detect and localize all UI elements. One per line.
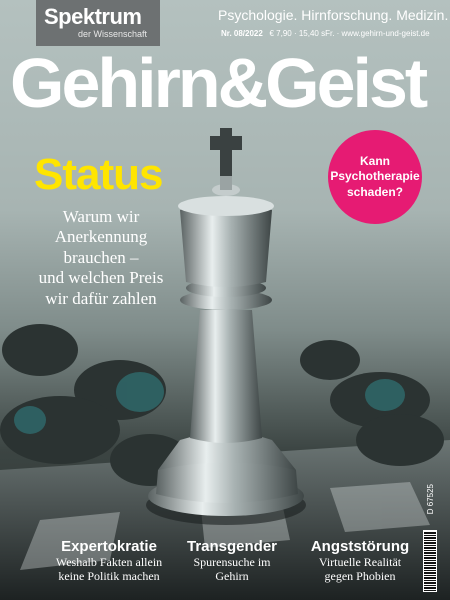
- logo-subtitle: der Wissenschaft: [78, 29, 148, 39]
- topic-title: Transgender: [186, 538, 278, 555]
- topic-title: Expertokratie: [61, 538, 157, 555]
- barcode-id: D 67525: [426, 484, 435, 515]
- tagline: Psychologie. Hirnforschung. Medizin.: [218, 7, 449, 23]
- masthead-title: Gehirn&Geist: [10, 44, 428, 122]
- topic-subtitle: Weshalb Fakten allein keine Politik mach…: [55, 555, 163, 584]
- topic-subtitle: Virtuelle Realität gegen Phobien: [318, 555, 402, 584]
- bubble-text: Kann Psychotherapie schaden?: [330, 153, 420, 199]
- teaser-bubble: Kann Psychotherapie schaden?: [328, 130, 422, 224]
- logo-title: Spektrum: [44, 4, 142, 29]
- issue-info: Nr. 08/2022 € 7,90 · 15,40 sFr. · www.ge…: [221, 29, 430, 38]
- cover-story-title: Status: [34, 150, 163, 199]
- issue-number: Nr. 08/2022: [221, 29, 263, 38]
- chess-king: [146, 128, 306, 525]
- price-url: € 7,90 · 15,40 sFr. · www.gehirn-und-gei…: [269, 29, 430, 38]
- spektrum-logo: Spektrum der Wissenschaft: [36, 0, 160, 46]
- magazine-cover: Spektrum der Wissenschaft Psychologie. H…: [0, 0, 450, 600]
- topic-subtitle: Spurensuche im Gehirn: [193, 555, 271, 584]
- barcode-lines: [424, 531, 436, 591]
- topic-title: Angststörung: [310, 538, 410, 555]
- cover-story-deck: Warum wir Anerkennung brauchen – und wel…: [38, 207, 164, 308]
- topic-expertokratie: Expertokratie Weshalb Fakten allein kein…: [44, 538, 174, 584]
- topic-angststoerung: Angststörung Virtuelle Realität gegen Ph…: [306, 538, 414, 584]
- topic-transgender: Transgender Spurensuche im Gehirn: [182, 538, 282, 584]
